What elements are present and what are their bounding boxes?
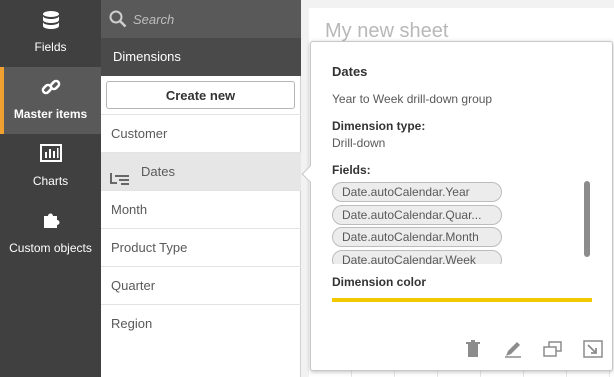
popover-arrow (301, 165, 319, 183)
fields-list: Date.autoCalendar.Year Date.autoCalendar… (332, 182, 592, 264)
list-item-quarter[interactable]: Quarter (101, 266, 301, 304)
rail-label: Charts (32, 174, 69, 188)
dimension-type-value: Drill-down (332, 136, 386, 150)
field-chip: Date.autoCalendar.Year (332, 182, 502, 202)
dimension-list: Customer Dates Month Product Type Quarte… (101, 114, 301, 342)
popover-actions (462, 338, 604, 360)
duplicate-icon[interactable] (542, 338, 564, 360)
rail-label: Master items (13, 107, 88, 121)
list-item-label: Month (111, 202, 148, 217)
list-item-region[interactable]: Region (101, 304, 301, 342)
rail-label: Fields (34, 40, 67, 54)
list-item-customer[interactable]: Customer (101, 114, 301, 152)
trash-icon[interactable] (462, 338, 484, 360)
popover-description: Year to Week drill-down group (332, 92, 493, 106)
fields-heading: Fields: (332, 163, 371, 177)
popover-title: Dates (332, 64, 368, 79)
list-item-month[interactable]: Month (101, 190, 301, 228)
edit-icon[interactable] (502, 338, 524, 360)
list-item-dates[interactable]: Dates (101, 152, 301, 190)
search-input[interactable] (133, 9, 293, 29)
list-item-product-type[interactable]: Product Type (101, 228, 301, 266)
list-item-label: Product Type (111, 240, 188, 255)
rail-item-master-items[interactable]: Master items (0, 67, 101, 134)
database-icon (0, 10, 101, 32)
field-chip: Date.autoCalendar.Month (332, 227, 502, 247)
search-icon (109, 10, 127, 33)
create-new-button[interactable]: Create new (106, 81, 295, 109)
left-rail: Fields Master items Charts Custom object… (0, 0, 101, 377)
bar-chart-icon (0, 144, 101, 166)
expand-icon[interactable] (582, 338, 604, 360)
sheet-title: My new sheet (325, 20, 449, 42)
dimension-detail-popover: Dates Year to Week drill-down group Dime… (301, 41, 613, 371)
list-item-label: Quarter (111, 278, 156, 293)
field-chip: Date.autoCalendar.Quar... (332, 204, 502, 225)
search-bar (101, 0, 301, 38)
master-items-panel: Dimensions Create new Customer Dates Mon… (101, 0, 301, 377)
list-item-label: Customer (111, 126, 168, 141)
link-icon (0, 77, 101, 99)
dimension-color-swatch (332, 298, 592, 302)
rail-label: Custom objects (9, 241, 92, 255)
field-chip: Date.autoCalendar.Week (332, 249, 502, 264)
rail-item-charts[interactable]: Charts (0, 134, 101, 201)
dimension-color-heading: Dimension color (332, 275, 427, 289)
rail-item-custom-objects[interactable]: Custom objects (0, 201, 101, 268)
dimensions-header[interactable]: Dimensions (101, 38, 301, 76)
puzzle-icon (0, 211, 101, 233)
rail-item-fields[interactable]: Fields (0, 0, 101, 67)
fields-scrollbar[interactable] (584, 181, 590, 257)
list-item-label: Region (111, 316, 153, 331)
dimension-type-heading: Dimension type: (332, 119, 426, 133)
